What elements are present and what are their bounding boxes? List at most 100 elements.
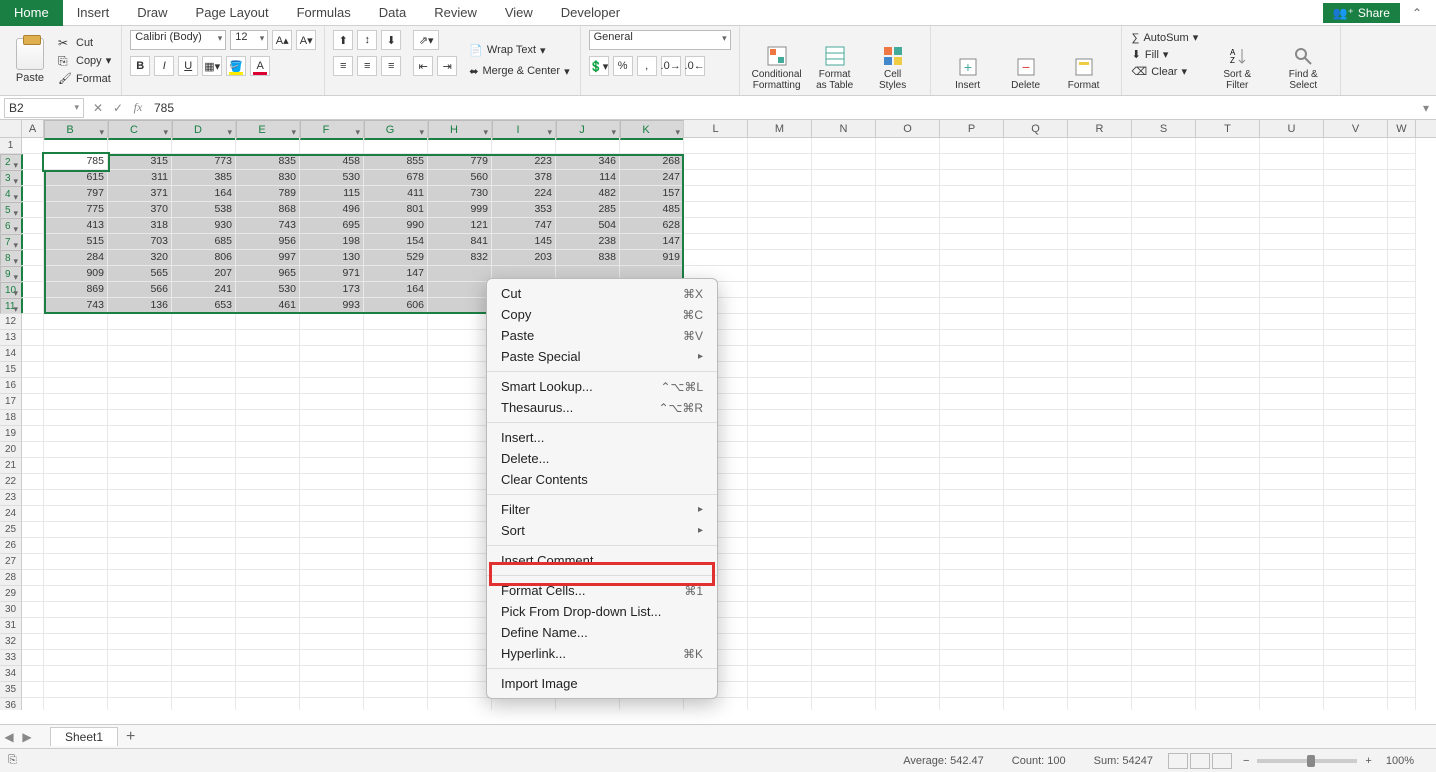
cell-B13[interactable] <box>44 330 108 346</box>
cell-N22[interactable] <box>812 474 876 490</box>
cell-K8[interactable]: 919 <box>620 250 684 266</box>
cell-C32[interactable] <box>108 634 172 650</box>
cell-W23[interactable] <box>1388 490 1416 506</box>
cell-C35[interactable] <box>108 682 172 698</box>
cell-N10[interactable] <box>812 282 876 298</box>
column-header-K[interactable]: K <box>620 120 684 140</box>
cell-P13[interactable] <box>940 330 1004 346</box>
align-bottom-button[interactable]: ⬇ <box>381 30 401 50</box>
row-header-36[interactable]: 36 <box>0 698 22 710</box>
cell-N3[interactable] <box>812 170 876 186</box>
cell-G20[interactable] <box>364 442 428 458</box>
cell-W3[interactable] <box>1388 170 1416 186</box>
currency-button[interactable]: 💲▾ <box>589 56 609 76</box>
cell-T6[interactable] <box>1196 218 1260 234</box>
cell-N13[interactable] <box>812 330 876 346</box>
cell-F25[interactable] <box>300 522 364 538</box>
cell-N31[interactable] <box>812 618 876 634</box>
cell-N1[interactable] <box>812 138 876 154</box>
cell-S6[interactable] <box>1132 218 1196 234</box>
cell-F34[interactable] <box>300 666 364 682</box>
cell-R1[interactable] <box>1068 138 1132 154</box>
cell-M25[interactable] <box>748 522 812 538</box>
cell-T4[interactable] <box>1196 186 1260 202</box>
cell-C5[interactable]: 370 <box>108 202 172 218</box>
cell-B14[interactable] <box>44 346 108 362</box>
cell-E6[interactable]: 743 <box>236 218 300 234</box>
cell-A9[interactable] <box>22 266 44 282</box>
cell-B2[interactable]: 785 <box>44 154 108 170</box>
cell-B1[interactable] <box>44 138 108 154</box>
cell-P2[interactable] <box>940 154 1004 170</box>
align-right-button[interactable]: ≡ <box>381 56 401 76</box>
cell-I7[interactable]: 145 <box>492 234 556 250</box>
cell-S10[interactable] <box>1132 282 1196 298</box>
cell-F22[interactable] <box>300 474 364 490</box>
cell-W28[interactable] <box>1388 570 1416 586</box>
cell-F27[interactable] <box>300 554 364 570</box>
cell-G29[interactable] <box>364 586 428 602</box>
cell-N26[interactable] <box>812 538 876 554</box>
cell-V28[interactable] <box>1324 570 1388 586</box>
cell-N34[interactable] <box>812 666 876 682</box>
cell-U21[interactable] <box>1260 458 1324 474</box>
cell-H9[interactable] <box>428 266 492 282</box>
column-header-B[interactable]: B <box>44 120 108 140</box>
row-header-7[interactable]: 7 <box>0 234 23 250</box>
cell-B18[interactable] <box>44 410 108 426</box>
cell-W36[interactable] <box>1388 698 1416 710</box>
cell-S9[interactable] <box>1132 266 1196 282</box>
cell-R34[interactable] <box>1068 666 1132 682</box>
cell-G19[interactable] <box>364 426 428 442</box>
ribbon-tab-draw[interactable]: Draw <box>123 0 181 26</box>
cell-M1[interactable] <box>748 138 812 154</box>
cell-N33[interactable] <box>812 650 876 666</box>
row-header-1[interactable]: 1 <box>0 138 22 154</box>
cell-H2[interactable]: 779 <box>428 154 492 170</box>
cell-S11[interactable] <box>1132 298 1196 314</box>
cell-N7[interactable] <box>812 234 876 250</box>
context-menu-hyperlink[interactable]: Hyperlink...⌘K <box>487 643 717 664</box>
bold-button[interactable]: B <box>130 56 150 76</box>
sheet-tab[interactable]: Sheet1 <box>50 727 118 746</box>
cell-A12[interactable] <box>22 314 44 330</box>
cell-T35[interactable] <box>1196 682 1260 698</box>
context-menu-pick-from-drop-down-list[interactable]: Pick From Drop-down List... <box>487 601 717 622</box>
cell-M13[interactable] <box>748 330 812 346</box>
cell-E5[interactable]: 868 <box>236 202 300 218</box>
cell-U27[interactable] <box>1260 554 1324 570</box>
cell-T32[interactable] <box>1196 634 1260 650</box>
cell-C15[interactable] <box>108 362 172 378</box>
cell-G8[interactable]: 529 <box>364 250 428 266</box>
cell-F15[interactable] <box>300 362 364 378</box>
cell-A4[interactable] <box>22 186 44 202</box>
row-header-34[interactable]: 34 <box>0 666 22 682</box>
cell-C30[interactable] <box>108 602 172 618</box>
cell-D18[interactable] <box>172 410 236 426</box>
cell-M4[interactable] <box>748 186 812 202</box>
cell-U3[interactable] <box>1260 170 1324 186</box>
column-header-W[interactable]: W <box>1388 120 1416 137</box>
context-menu-delete[interactable]: Delete... <box>487 448 717 469</box>
ribbon-tab-formulas[interactable]: Formulas <box>283 0 365 26</box>
cell-J5[interactable]: 285 <box>556 202 620 218</box>
cell-P22[interactable] <box>940 474 1004 490</box>
cell-E11[interactable]: 461 <box>236 298 300 314</box>
cell-G24[interactable] <box>364 506 428 522</box>
cell-J7[interactable]: 238 <box>556 234 620 250</box>
align-middle-button[interactable]: ↕ <box>357 30 377 50</box>
cell-Q28[interactable] <box>1004 570 1068 586</box>
cell-N35[interactable] <box>812 682 876 698</box>
cell-M14[interactable] <box>748 346 812 362</box>
cell-N27[interactable] <box>812 554 876 570</box>
cell-O7[interactable] <box>876 234 940 250</box>
cell-M22[interactable] <box>748 474 812 490</box>
cell-D16[interactable] <box>172 378 236 394</box>
cell-I6[interactable]: 747 <box>492 218 556 234</box>
cell-C27[interactable] <box>108 554 172 570</box>
context-menu-cut[interactable]: Cut⌘X <box>487 283 717 304</box>
cell-T11[interactable] <box>1196 298 1260 314</box>
cell-K6[interactable]: 628 <box>620 218 684 234</box>
cell-Q31[interactable] <box>1004 618 1068 634</box>
context-menu-insert-comment[interactable]: Insert Comment <box>487 550 717 571</box>
